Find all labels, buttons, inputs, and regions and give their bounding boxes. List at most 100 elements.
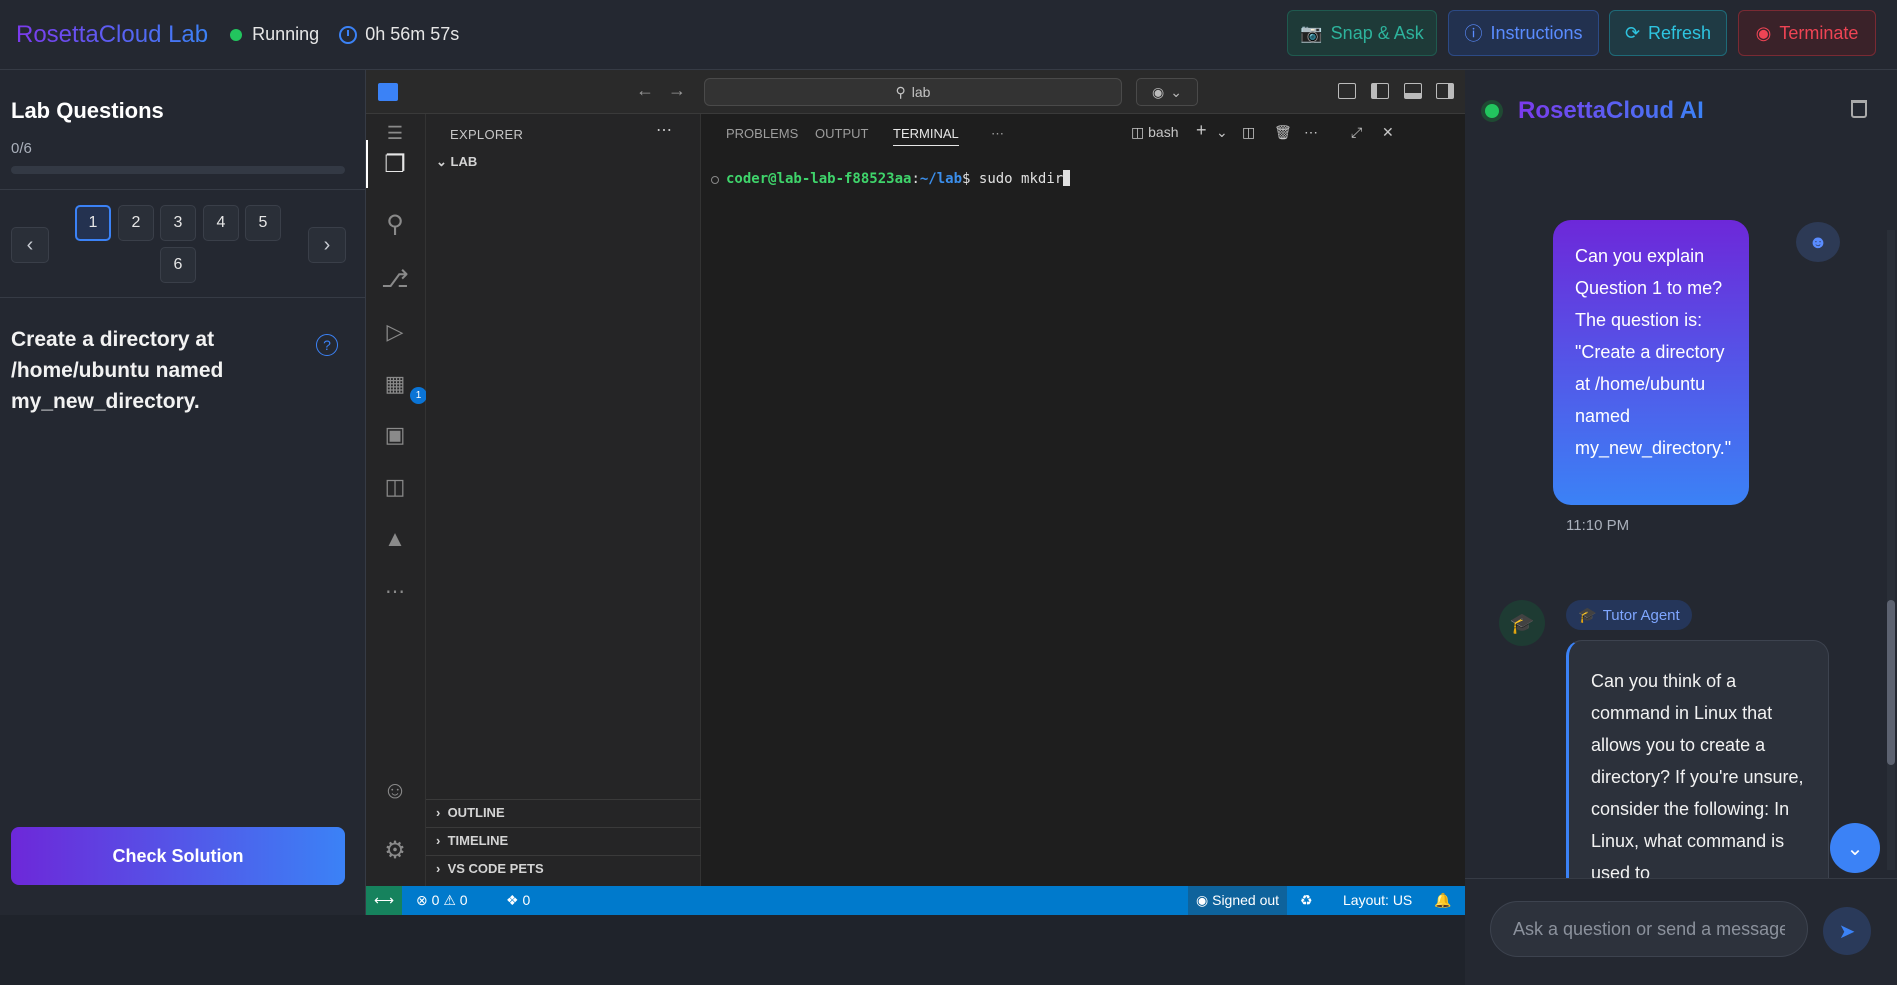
vscode-pets-section[interactable]: › VS CODE PETS — [426, 855, 701, 881]
trash-icon[interactable]: 🗑 — [1274, 124, 1292, 141]
session-timer: 0h 56m 57s — [365, 24, 460, 44]
chevron-down-icon: ⌄ — [1170, 83, 1182, 100]
instructions-button[interactable]: ⓘ Instructions — [1448, 10, 1599, 56]
panel-tabs: PROBLEMS OUTPUT TERMINAL ⋯ ◫ bash + ⌄ ◫ … — [701, 114, 1465, 154]
explorer-title: EXPLORER — [450, 127, 524, 142]
tab-problems[interactable]: PROBLEMS — [726, 126, 798, 141]
more-actions-icon[interactable]: ⋯ — [1304, 124, 1318, 141]
extensions-badge: 1 — [410, 387, 427, 404]
message-time: 11:10 PM — [1566, 517, 1630, 534]
check-solution-button[interactable]: Check Solution — [11, 827, 345, 885]
shell-selector[interactable]: ◫ bash — [1131, 124, 1178, 141]
chevron-down-icon: ⌄ — [436, 154, 451, 169]
extensions-icon[interactable]: ▦ 1 — [380, 369, 427, 404]
prev-question-button[interactable]: ‹ — [11, 227, 49, 263]
next-question-button[interactable]: › — [308, 227, 346, 263]
copilot-menu[interactable]: ◉ ⌄ — [1136, 78, 1198, 106]
remote-indicator-icon[interactable]: ⟷ — [366, 886, 402, 915]
question-text: Create a directory at /home/ubuntu named… — [11, 328, 224, 413]
vscode-logo-icon[interactable] — [378, 83, 398, 101]
explorer-icon[interactable]: ❐ — [380, 149, 410, 179]
progress-text: 0/6 — [11, 140, 32, 157]
workspace-folder-label: LAB — [450, 154, 478, 169]
toggle-panel-icon[interactable] — [1404, 83, 1422, 99]
terminal-icon: ◫ — [1131, 124, 1149, 140]
more-icon[interactable]: ⋯ — [380, 576, 410, 606]
back-arrow-icon[interactable]: ← — [636, 80, 654, 101]
broadcast-icon: ❖ — [506, 892, 523, 908]
status-bar: ⟷ ⊗ 0 ⚠ 0 ❖ 0 ◉ Signed out ♻ Layout: US … — [366, 886, 1465, 915]
timeline-label: TIMELINE — [447, 833, 509, 848]
status-dot — [230, 28, 243, 41]
snap-and-ask-button[interactable]: 📷 Snap & Ask — [1287, 10, 1437, 56]
trash-icon[interactable] — [1851, 100, 1867, 118]
chat-message-input[interactable] — [1490, 901, 1808, 957]
terminal-prompt: $ — [962, 171, 979, 187]
panel-title: Lab Questions — [11, 98, 164, 123]
terminal-line[interactable]: coder@lab-lab-f88523aa:~/lab$ sudo mkdir — [726, 170, 1071, 187]
split-terminal-icon[interactable]: ◫ — [1242, 124, 1255, 141]
question-number-5[interactable]: 5 — [245, 205, 281, 241]
agent-message: Can you think of a command in Linux that… — [1566, 640, 1829, 890]
terminal-path: ~/lab — [919, 171, 963, 187]
more-tabs-icon[interactable]: ⋯ — [991, 126, 1004, 142]
toggle-secondary-sidebar-icon[interactable] — [1436, 83, 1454, 99]
account-status[interactable]: ◉ Signed out — [1188, 886, 1288, 915]
refresh-label: Refresh — [1648, 22, 1712, 43]
command-center-search[interactable]: ⚲ lab — [704, 78, 1122, 106]
workspace-folder[interactable]: ⌄ LAB — [436, 154, 477, 170]
run-debug-icon[interactable]: ▷ — [380, 317, 410, 347]
scroll-thumb[interactable] — [1887, 600, 1895, 765]
tab-output[interactable]: OUTPUT — [815, 126, 868, 141]
stop-icon: ◉ — [1755, 22, 1772, 43]
chevron-down-icon[interactable]: ⌄ — [1216, 124, 1228, 141]
app-title: RosettaCloud Lab — [16, 20, 209, 48]
info-icon: ⓘ — [1464, 24, 1483, 44]
forward-arrow-icon[interactable]: → — [668, 80, 686, 101]
activity-bar: ☰ ❐ ⚲ ⎇ ▷ ▦ 1 ▣ ◫ ▲ ⋯ ☺ ⚙ — [366, 114, 427, 886]
maximize-panel-icon[interactable]: ⤢ — [1351, 124, 1362, 141]
question-number-2[interactable]: 2 — [118, 205, 154, 241]
customize-layout-icon[interactable] — [1338, 83, 1356, 99]
search-label: lab — [911, 84, 931, 100]
ports-status[interactable]: ❖ 0 — [506, 892, 530, 909]
chat-scrollbar[interactable] — [1887, 230, 1895, 870]
scroll-to-bottom-button[interactable]: ⌄ — [1830, 823, 1880, 873]
tab-terminal[interactable]: TERMINAL — [893, 126, 959, 146]
settings-gear-icon[interactable]: ⚙ — [380, 835, 410, 865]
problems-status[interactable]: ⊗ 0 ⚠ 0 — [416, 892, 468, 909]
account-icon[interactable]: ☺ — [380, 776, 410, 806]
keyboard-layout[interactable]: Layout: US — [1343, 892, 1412, 908]
tree-icon[interactable]: ▲ — [380, 524, 410, 554]
notifications-bell-icon[interactable]: 🔔 — [1434, 892, 1451, 909]
explorer-sidebar: EXPLORER ⋯ ⌄ LAB › OUTLINE › TIMELINE › … — [426, 114, 701, 886]
menu-icon[interactable]: ☰ — [380, 118, 410, 148]
send-button[interactable]: ➤ — [1823, 907, 1871, 955]
user-message: Can you explain Question 1 to me? The qu… — [1553, 220, 1749, 505]
toggle-primary-sidebar-icon[interactable] — [1371, 83, 1389, 99]
divider — [0, 189, 366, 190]
agent-badge-label: Tutor Agent — [1602, 606, 1680, 624]
terminal-panel: PROBLEMS OUTPUT TERMINAL ⋯ ◫ bash + ⌄ ◫ … — [701, 114, 1465, 886]
search-icon[interactable]: ⚲ — [380, 209, 410, 239]
error-icon: ⊗ — [416, 892, 432, 908]
question-number-6[interactable]: 6 — [160, 247, 196, 283]
refresh-button[interactable]: ⟳ Refresh — [1609, 10, 1727, 56]
question-number-1[interactable]: 1 — [75, 205, 111, 241]
copilot-icon: ◉ — [1196, 892, 1213, 908]
terminate-button[interactable]: ◉ Terminate — [1738, 10, 1876, 56]
source-control-icon[interactable]: ⎇ — [380, 264, 410, 294]
timeline-section[interactable]: › TIMELINE — [426, 827, 701, 853]
questions-panel: Lab Questions 0/6 ‹ 1 2 3 4 5 6 › Create… — [0, 70, 366, 915]
outline-section[interactable]: › OUTLINE — [426, 799, 701, 825]
question-number-3[interactable]: 3 — [160, 205, 196, 241]
help-icon[interactable]: ? — [316, 334, 338, 356]
close-icon[interactable]: ✕ — [1382, 124, 1394, 141]
more-actions-icon[interactable]: ⋯ — [656, 120, 672, 140]
feedback-icon[interactable]: ♻ — [1300, 892, 1313, 909]
question-number-4[interactable]: 4 — [203, 205, 239, 241]
remote-explorer-icon[interactable]: ◫ — [380, 472, 410, 502]
package-icon[interactable]: ▣ — [380, 420, 410, 450]
chat-input-area: ➤ — [1465, 878, 1897, 985]
new-terminal-icon[interactable]: + — [1196, 120, 1207, 141]
